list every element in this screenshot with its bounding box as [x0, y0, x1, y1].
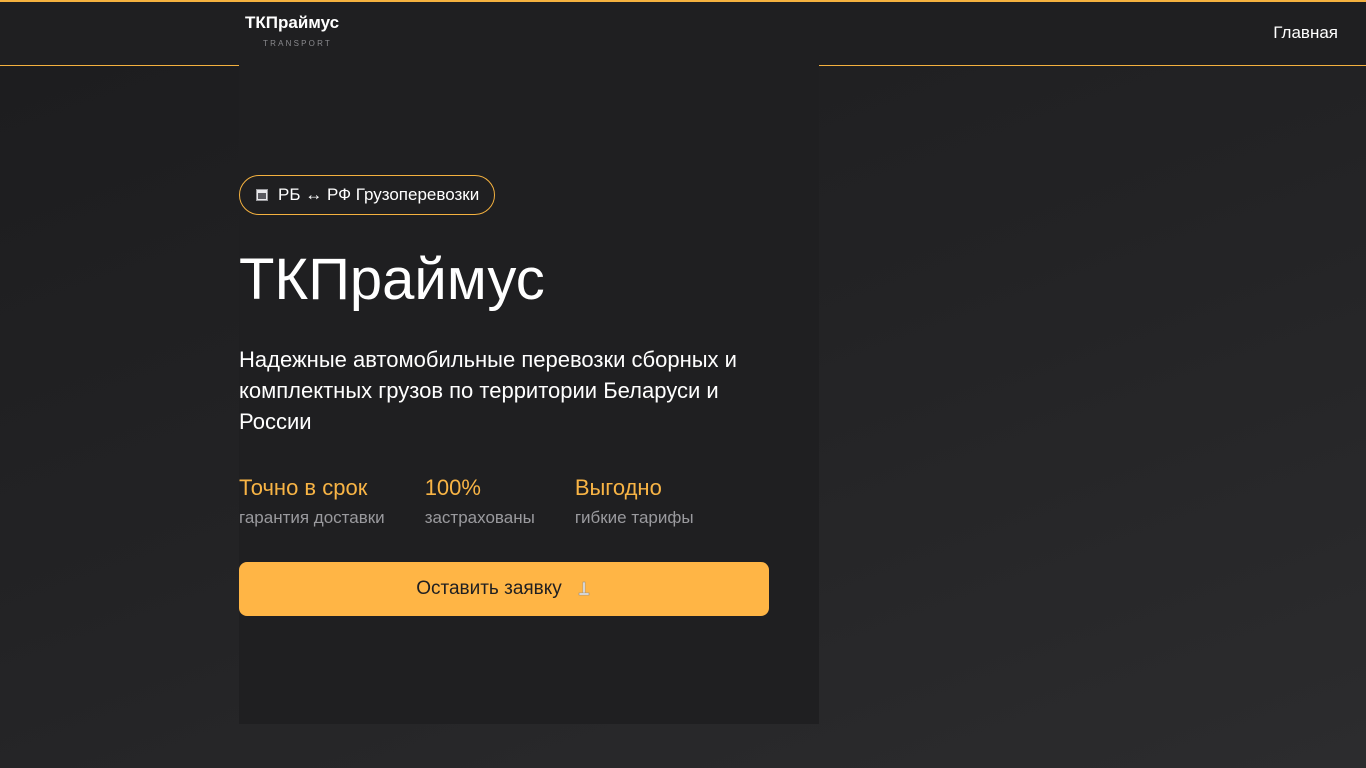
stat-item: Точно в срок гарантия доставки — [239, 475, 385, 529]
hero-content: РБ ↔ РФ Грузоперевозки ТКПраймус Надежны… — [239, 175, 769, 616]
logo-title: ТКПраймус — [245, 13, 340, 32]
page-title: ТКПраймус — [239, 247, 545, 312]
stat-value: Выгодно — [574, 475, 662, 500]
nav-link-home[interactable]: Главная — [1273, 23, 1338, 43]
stat-item: Выгодно гибкие тарифы — [575, 475, 694, 529]
hero-description: Надежные автомобильные перевозки сборных… — [239, 347, 737, 434]
stat-value: Точно в срок — [239, 475, 368, 500]
route-badge-label: РБ ↔ РФ Грузоперевозки — [278, 185, 480, 204]
stat-item: 100% застрахованы — [425, 475, 535, 529]
submit-request-label: Оставить заявку — [416, 578, 562, 599]
stat-caption: застрахованы — [424, 508, 535, 527]
stat-value: 100% — [424, 475, 481, 500]
arrow-down-icon — [578, 581, 590, 596]
truck-icon — [256, 189, 268, 201]
logo-subtitle: TRANSPORT — [263, 39, 332, 48]
stat-caption: гарантия доставки — [239, 508, 385, 527]
stats-row: Точно в срок гарантия доставки 100% заст… — [239, 475, 769, 529]
submit-request-button[interactable]: Оставить заявку — [239, 562, 769, 616]
stat-caption: гибкие тарифы — [574, 508, 694, 527]
route-badge: РБ ↔ РФ Грузоперевозки — [239, 175, 496, 215]
site-logo[interactable]: ТКПраймус TRANSPORT — [245, 13, 355, 48]
